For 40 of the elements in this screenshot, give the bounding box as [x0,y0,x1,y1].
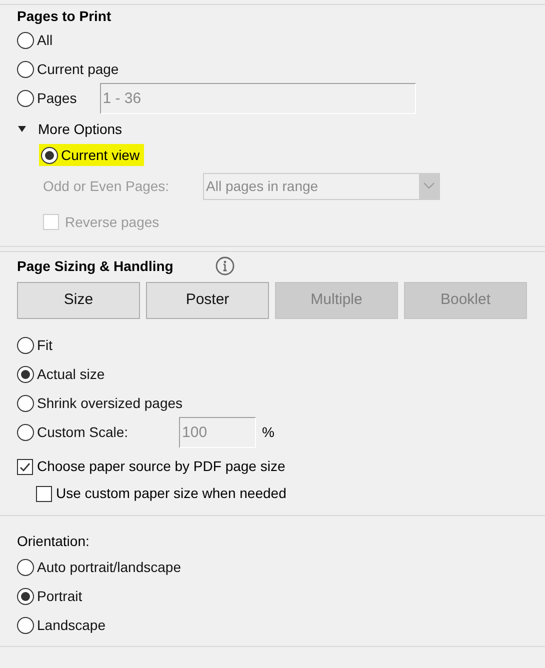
expand-toggle[interactable]: More Options [18,118,122,140]
section-title: Pages to Print [17,7,112,26]
chevron-down-icon [423,182,435,190]
field-label: Odd or Even Pages: [43,176,170,196]
option-label: Landscape [37,616,106,635]
mode-tab[interactable]: Size [17,282,140,319]
radio-button[interactable] [17,559,34,576]
radio-button[interactable] [17,424,34,441]
caret-icon [18,126,26,132]
option-label: Reverse pages [65,212,160,232]
option-label: Custom Scale: [37,423,128,442]
option-label: Actual size [37,365,105,384]
radio-button[interactable] [17,61,34,78]
checkbox[interactable] [17,458,33,474]
radio-button[interactable] [17,588,34,605]
option-label: Choose paper source by PDF page size [37,457,286,476]
checkmark-icon [19,460,31,472]
radio-button[interactable] [17,617,34,634]
radio-button[interactable] [17,366,34,383]
radio-button[interactable] [17,32,34,49]
radio-button[interactable] [17,90,34,107]
option-label: Auto portrait/landscape [37,558,181,577]
radio-button[interactable] [17,337,34,354]
option-label: Use custom paper size when needed [56,484,286,503]
radio-button[interactable] [41,146,58,164]
option-label: Shrink oversized pages [37,394,183,413]
section-title: Page Sizing & Handling [17,256,174,276]
radio-button[interactable] [17,395,34,412]
option-label: All [37,31,53,50]
option-label: Current view [61,146,140,164]
option-label: Current page [37,60,119,79]
highlighted-option[interactable]: Current view [39,144,144,166]
option-label: Fit [37,336,53,355]
option-label: Pages [37,89,77,108]
unit-label: % [262,423,274,442]
checkbox[interactable] [36,486,52,502]
mode-tab[interactable]: Poster [146,282,269,319]
option-label: Portrait [37,587,82,606]
info-icon[interactable] [215,256,236,276]
section-title: Orientation: [17,532,90,551]
